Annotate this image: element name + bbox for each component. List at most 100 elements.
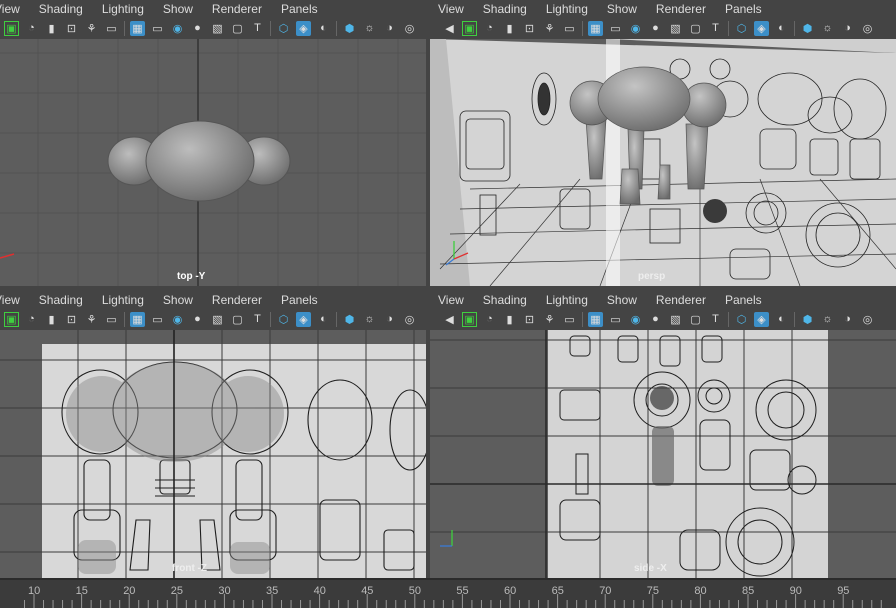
frame-all-icon[interactable]: ▭	[104, 21, 119, 36]
snapshot-icon[interactable]: ⊡	[522, 21, 537, 36]
menu-panels[interactable]: Panels	[725, 293, 762, 307]
viewport-canvas[interactable]: side -X	[430, 330, 896, 578]
smooth-shade-icon[interactable]: ◈	[296, 311, 311, 327]
safe-title-icon[interactable]: T	[708, 21, 723, 36]
gate-mask-icon[interactable]: ●	[190, 312, 205, 327]
safe-title-icon[interactable]: T	[708, 312, 723, 327]
gate-mask-icon[interactable]: ●	[648, 312, 663, 327]
snapshot-icon[interactable]: ⊡	[522, 312, 537, 327]
grid-icon[interactable]: ▦	[588, 20, 603, 36]
camera-icon[interactable]: ◀	[442, 21, 457, 36]
viewport-canvas[interactable]: top -Y	[0, 39, 426, 286]
menu-lighting[interactable]: Lighting	[546, 293, 588, 307]
ambient-occlusion-icon[interactable]: ◎	[402, 312, 417, 327]
camera-attrs-icon[interactable]: ◔	[24, 312, 39, 327]
film-gate-icon[interactable]: ▭	[150, 21, 165, 36]
gate-mask-icon[interactable]: ●	[648, 21, 663, 36]
smooth-shade-icon[interactable]: ◈	[296, 20, 311, 36]
lights-icon[interactable]: ☼	[362, 312, 377, 327]
bookmark-icon[interactable]: ▮	[502, 21, 517, 36]
menu-renderer[interactable]: Renderer	[212, 293, 262, 307]
menu-lighting[interactable]: Lighting	[102, 2, 144, 16]
wireframe-icon[interactable]: ⬡	[734, 312, 749, 327]
film-gate-icon[interactable]: ▭	[608, 312, 623, 327]
safe-action-icon[interactable]: ▢	[688, 21, 703, 36]
lights-icon[interactable]: ☼	[820, 312, 835, 327]
lights-icon[interactable]: ☼	[820, 21, 835, 36]
shadows-icon[interactable]: ◑	[382, 21, 397, 36]
menu-shading[interactable]: Shading	[483, 2, 527, 16]
frame-all-icon[interactable]: ▭	[104, 312, 119, 327]
grid-icon[interactable]: ▦	[130, 20, 145, 36]
wireframe-icon[interactable]: ⬡	[276, 21, 291, 36]
frame-select-icon[interactable]: ▣	[462, 311, 477, 327]
shade-options-icon[interactable]: ◐	[774, 21, 789, 36]
menu-view[interactable]: View	[438, 2, 464, 16]
snapshot-icon[interactable]: ⊡	[64, 312, 79, 327]
viewport-front[interactable]: View Shading Lighting Show Renderer Pane…	[0, 291, 426, 578]
menu-renderer[interactable]: Renderer	[212, 2, 262, 16]
field-chart-icon[interactable]: ▧	[210, 21, 225, 36]
resolution-gate-icon[interactable]: ◉	[628, 21, 643, 36]
shadows-icon[interactable]: ◑	[840, 312, 855, 327]
frame-select-icon[interactable]: ▣	[4, 311, 19, 327]
film-gate-icon[interactable]: ▭	[150, 312, 165, 327]
xray-icon[interactable]: ⬢	[800, 312, 815, 327]
menu-show[interactable]: Show	[163, 293, 193, 307]
menu-renderer[interactable]: Renderer	[656, 2, 706, 16]
gate-mask-icon[interactable]: ●	[190, 21, 205, 36]
shadows-icon[interactable]: ◑	[382, 312, 397, 327]
lights-icon[interactable]: ☼	[362, 21, 377, 36]
viewport-canvas[interactable]: front -Z	[0, 330, 426, 578]
grid-icon[interactable]: ▦	[130, 311, 145, 327]
frame-all-icon[interactable]: ▭	[562, 312, 577, 327]
menu-shading[interactable]: Shading	[483, 293, 527, 307]
xray-icon[interactable]: ⬢	[342, 21, 357, 36]
menu-show[interactable]: Show	[163, 2, 193, 16]
image-plane-icon[interactable]: ⚘	[84, 21, 99, 36]
menu-shading[interactable]: Shading	[39, 293, 83, 307]
resolution-gate-icon[interactable]: ◉	[170, 312, 185, 327]
safe-title-icon[interactable]: T	[250, 312, 265, 327]
xray-icon[interactable]: ⬢	[342, 312, 357, 327]
field-chart-icon[interactable]: ▧	[210, 312, 225, 327]
grid-icon[interactable]: ▦	[588, 311, 603, 327]
xray-icon[interactable]: ⬢	[800, 21, 815, 36]
wireframe-icon[interactable]: ⬡	[734, 21, 749, 36]
resolution-gate-icon[interactable]: ◉	[170, 21, 185, 36]
shade-options-icon[interactable]: ◐	[316, 21, 331, 36]
shadows-icon[interactable]: ◑	[840, 21, 855, 36]
menu-view[interactable]: View	[0, 2, 20, 16]
ambient-occlusion-icon[interactable]: ◎	[402, 21, 417, 36]
field-chart-icon[interactable]: ▧	[668, 312, 683, 327]
image-plane-icon[interactable]: ⚘	[542, 312, 557, 327]
safe-action-icon[interactable]: ▢	[230, 21, 245, 36]
wireframe-icon[interactable]: ⬡	[276, 312, 291, 327]
smooth-shade-icon[interactable]: ◈	[754, 311, 769, 327]
image-plane-icon[interactable]: ⚘	[84, 312, 99, 327]
viewport-top[interactable]: View Shading Lighting Show Renderer Pane…	[0, 0, 426, 286]
camera-attrs-icon[interactable]: ◔	[482, 21, 497, 36]
menu-view[interactable]: View	[438, 293, 464, 307]
viewport-persp[interactable]: View Shading Lighting Show Renderer Pane…	[430, 0, 896, 286]
viewport-side[interactable]: View Shading Lighting Show Renderer Pane…	[430, 291, 896, 578]
menu-panels[interactable]: Panels	[725, 2, 762, 16]
camera-attrs-icon[interactable]: ◔	[482, 312, 497, 327]
shade-options-icon[interactable]: ◐	[316, 312, 331, 327]
viewport-canvas[interactable]: persp	[430, 39, 896, 286]
menu-shading[interactable]: Shading	[39, 2, 83, 16]
safe-action-icon[interactable]: ▢	[688, 312, 703, 327]
camera-attrs-icon[interactable]: ◔	[24, 21, 39, 36]
camera-icon[interactable]: ◀	[442, 312, 457, 327]
field-chart-icon[interactable]: ▧	[668, 21, 683, 36]
menu-renderer[interactable]: Renderer	[656, 293, 706, 307]
shade-options-icon[interactable]: ◐	[774, 312, 789, 327]
bookmark-icon[interactable]: ▮	[44, 312, 59, 327]
menu-show[interactable]: Show	[607, 293, 637, 307]
bookmark-icon[interactable]: ▮	[502, 312, 517, 327]
image-plane-icon[interactable]: ⚘	[542, 21, 557, 36]
safe-action-icon[interactable]: ▢	[230, 312, 245, 327]
safe-title-icon[interactable]: T	[250, 21, 265, 36]
menu-lighting[interactable]: Lighting	[102, 293, 144, 307]
snapshot-icon[interactable]: ⊡	[64, 21, 79, 36]
